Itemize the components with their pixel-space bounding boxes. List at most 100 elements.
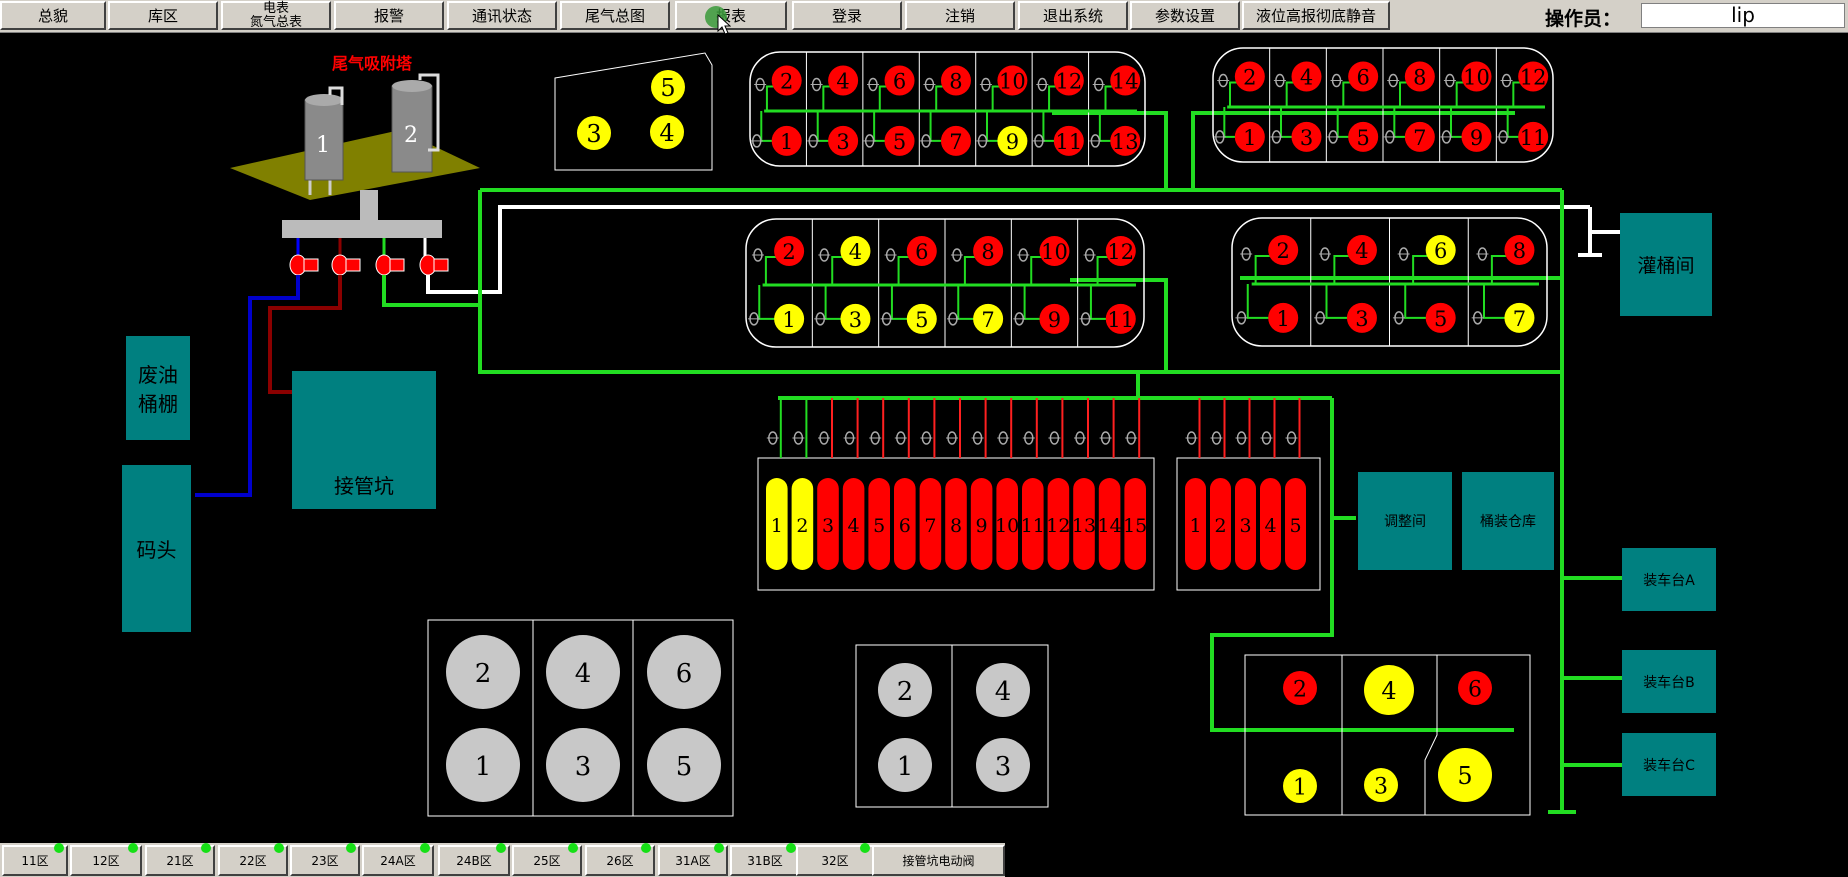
manifold-valves[interactable] bbox=[289, 238, 449, 276]
tank-6[interactable]: 6 bbox=[884, 65, 915, 96]
tank-8[interactable]: 8 bbox=[973, 236, 1004, 266]
overview-button[interactable]: 总貌 bbox=[0, 1, 106, 30]
tank-4[interactable]: 4 bbox=[1291, 61, 1322, 92]
tank-10[interactable]: 10 bbox=[1039, 236, 1070, 266]
tank-8[interactable]: 8 bbox=[940, 65, 971, 96]
tank-8[interactable]: 8 bbox=[1504, 235, 1535, 265]
logout-button[interactable]: 注销 bbox=[905, 1, 1015, 30]
tank-5[interactable]: 5 bbox=[906, 303, 937, 334]
tank-9[interactable]: 9 bbox=[1039, 303, 1070, 334]
tank-5[interactable]: 5 bbox=[884, 125, 915, 156]
operator-field[interactable]: lip bbox=[1641, 3, 1845, 28]
tank-5[interactable]: 5 bbox=[1425, 302, 1456, 333]
column-tank-2[interactable]: 2 bbox=[1210, 478, 1231, 570]
tank-9[interactable]: 9 bbox=[997, 125, 1028, 156]
tank-4[interactable]: 4 bbox=[828, 65, 859, 96]
tank-11[interactable]: 11 bbox=[1518, 121, 1549, 152]
column-tank-5[interactable]: 5 bbox=[1285, 478, 1306, 570]
tank-3[interactable]: 3 bbox=[840, 303, 871, 334]
tank-2[interactable]: 2 bbox=[1283, 671, 1317, 705]
loading-platform-b[interactable]: 装车台B bbox=[1622, 650, 1716, 713]
tank-5[interactable]: 5 bbox=[1348, 121, 1379, 152]
tank-1[interactable]: 1 bbox=[1234, 121, 1265, 152]
tank-9[interactable]: 9 bbox=[1461, 121, 1492, 152]
tank-3[interactable]: 3 bbox=[828, 125, 859, 156]
zone-tab-24a区[interactable]: 24A区 bbox=[362, 843, 434, 876]
tank-7[interactable]: 7 bbox=[1504, 302, 1535, 333]
zone-tab-接管坑电动阀[interactable]: 接管坑电动阀 bbox=[872, 845, 1005, 876]
meter-nitrogen-button[interactable]: 电表 氮气总表 bbox=[221, 1, 331, 30]
column-tank-12[interactable]: 12 bbox=[1046, 478, 1070, 570]
column-tank-11[interactable]: 11 bbox=[1021, 478, 1045, 570]
zone-tab-24b区[interactable]: 24B区 bbox=[438, 843, 510, 876]
alarm-button[interactable]: 报警 bbox=[334, 1, 444, 30]
exhaust-overview-button[interactable]: 尾气总图 bbox=[560, 1, 670, 30]
column-tank-3[interactable]: 3 bbox=[817, 478, 839, 570]
tank-12[interactable]: 12 bbox=[1053, 65, 1084, 96]
column-tank-2[interactable]: 2 bbox=[791, 478, 814, 570]
zone-tab-22区[interactable]: 22区 bbox=[218, 843, 288, 876]
loading-platform-c[interactable]: 装车台C bbox=[1622, 733, 1716, 796]
tank-2[interactable]: 2 bbox=[878, 663, 932, 717]
tank-3[interactable]: 3 bbox=[976, 738, 1030, 792]
login-button[interactable]: 登录 bbox=[792, 1, 902, 30]
filling-room[interactable]: 灌桶间 bbox=[1620, 213, 1712, 316]
column-tank-14[interactable]: 14 bbox=[1098, 478, 1122, 570]
tank-7[interactable]: 7 bbox=[973, 303, 1004, 334]
dock[interactable]: 码头 bbox=[122, 465, 191, 632]
tank-6[interactable]: 6 bbox=[647, 635, 721, 709]
tank-6[interactable]: 6 bbox=[1425, 235, 1456, 265]
tank-2[interactable]: 2 bbox=[774, 236, 805, 266]
column-tank-3[interactable]: 3 bbox=[1235, 478, 1256, 570]
column-tank-1[interactable]: 1 bbox=[766, 478, 788, 570]
tank-4[interactable]: 4 bbox=[1364, 665, 1414, 715]
tank-11[interactable]: 11 bbox=[1105, 303, 1136, 334]
waste-oil-shed[interactable]: 废油 桶棚 bbox=[126, 336, 190, 440]
tank-1[interactable]: 1 bbox=[1268, 302, 1299, 333]
tank-2[interactable]: 2 bbox=[1268, 235, 1299, 265]
barrel-warehouse[interactable]: 桶装仓库 bbox=[1462, 472, 1554, 570]
tank-12[interactable]: 12 bbox=[1518, 61, 1549, 92]
column-tank-10[interactable]: 10 bbox=[995, 478, 1019, 570]
tank-4[interactable]: 4 bbox=[546, 635, 620, 709]
zone-tab-23区[interactable]: 23区 bbox=[290, 843, 360, 876]
column-tank-13[interactable]: 13 bbox=[1072, 478, 1096, 570]
adsorption-tower-1[interactable]: 1 bbox=[304, 86, 344, 195]
tank-8[interactable]: 8 bbox=[1404, 61, 1435, 92]
tank-10[interactable]: 10 bbox=[997, 65, 1028, 96]
column-tank-5[interactable]: 5 bbox=[868, 478, 890, 570]
column-tank-15[interactable]: 15 bbox=[1123, 478, 1147, 570]
zone-tab-21区[interactable]: 21区 bbox=[145, 843, 215, 876]
zone-tab-11区[interactable]: 11区 bbox=[2, 843, 68, 876]
zone-tab-31b区[interactable]: 31B区 bbox=[730, 843, 800, 876]
tank-3[interactable]: 3 bbox=[546, 728, 620, 802]
column-tank-4[interactable]: 4 bbox=[842, 478, 865, 570]
tank-5[interactable]: 5 bbox=[1438, 748, 1492, 802]
tank-3[interactable]: 3 bbox=[1291, 121, 1322, 152]
tank-2[interactable]: 2 bbox=[771, 65, 802, 96]
tank-6[interactable]: 6 bbox=[906, 236, 937, 266]
adjust-room[interactable]: 调整间 bbox=[1358, 472, 1452, 570]
zone-tab-31a区[interactable]: 31A区 bbox=[658, 843, 728, 876]
tank-1[interactable]: 1 bbox=[774, 303, 805, 334]
tank-10[interactable]: 10 bbox=[1461, 61, 1492, 92]
column-tank-9[interactable]: 9 bbox=[970, 478, 993, 570]
exit-system-button[interactable]: 退出系统 bbox=[1018, 1, 1128, 30]
zone-tab-26区[interactable]: 26区 bbox=[585, 843, 655, 876]
tank-1[interactable]: 1 bbox=[1283, 769, 1317, 803]
column-tank-4[interactable]: 4 bbox=[1260, 478, 1281, 570]
tank-4[interactable]: 4 bbox=[976, 663, 1030, 717]
tank-14[interactable]: 14 bbox=[1110, 65, 1141, 96]
tank-3[interactable]: 3 bbox=[1364, 768, 1398, 802]
tank-7[interactable]: 7 bbox=[1404, 121, 1435, 152]
zone-tab-32区[interactable]: 32区 bbox=[796, 843, 874, 876]
tank-5[interactable]: 5 bbox=[647, 728, 721, 802]
tank-6[interactable]: 6 bbox=[1348, 61, 1379, 92]
report-button[interactable]: 报表 bbox=[675, 1, 787, 30]
tank-1[interactable]: 1 bbox=[446, 728, 520, 802]
pipe-pit[interactable]: 接管坑 bbox=[292, 371, 436, 509]
tank-2[interactable]: 2 bbox=[446, 635, 520, 709]
zone-tab-25区[interactable]: 25区 bbox=[512, 843, 582, 876]
tank-6[interactable]: 6 bbox=[1458, 671, 1492, 705]
tank-4[interactable]: 4 bbox=[840, 236, 871, 266]
